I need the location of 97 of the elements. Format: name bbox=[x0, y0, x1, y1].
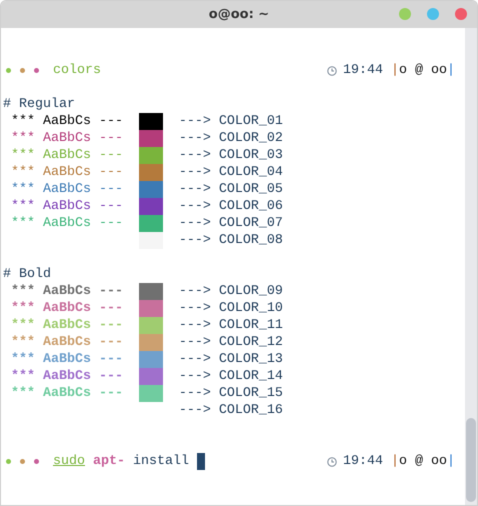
color-label: COLOR_10 bbox=[218, 300, 283, 317]
stars-text: *** bbox=[10, 147, 36, 164]
sample-text: AaBbCs bbox=[42, 164, 92, 181]
sample-text: AaBbCs bbox=[42, 181, 92, 198]
sample-text: AaBbCs bbox=[42, 198, 92, 215]
dashes-text: --- bbox=[98, 147, 124, 164]
sample-text: AaBbCs bbox=[42, 385, 92, 402]
arrow-text: ---> bbox=[178, 232, 211, 249]
arrow-text: ---> bbox=[178, 147, 211, 164]
prompt-dot-icon bbox=[34, 459, 39, 464]
arrow-text: ---> bbox=[178, 181, 211, 198]
color-label: COLOR_07 bbox=[218, 215, 283, 232]
stars-text: *** bbox=[10, 164, 36, 181]
stars-text: *** bbox=[10, 283, 36, 300]
scrollbar-thumb[interactable] bbox=[466, 418, 476, 502]
stars-text: *** bbox=[10, 130, 36, 147]
window-title: o@oo: ~ bbox=[208, 6, 270, 24]
arrow-text: ---> bbox=[178, 334, 211, 351]
sample-text: AaBbCs bbox=[42, 351, 92, 368]
close-button[interactable] bbox=[455, 8, 467, 20]
clock-icon bbox=[327, 456, 338, 466]
color-label: COLOR_12 bbox=[218, 334, 283, 351]
command-text: colors bbox=[52, 62, 101, 79]
clock-icon bbox=[327, 66, 338, 76]
argument-text: install bbox=[132, 453, 189, 470]
time-text: 19:44 bbox=[343, 62, 384, 79]
arrow-text: ---> bbox=[178, 300, 211, 317]
dashes-text: --- bbox=[98, 317, 124, 334]
color-label: COLOR_11 bbox=[218, 317, 283, 334]
sample-text: AaBbCs bbox=[42, 368, 92, 385]
sample-text: AaBbCs bbox=[42, 283, 92, 300]
arrow-text: ---> bbox=[178, 198, 211, 215]
sample-text: AaBbCs bbox=[42, 130, 92, 147]
dashes-text: --- bbox=[98, 283, 124, 300]
section-heading: # Bold bbox=[3, 266, 51, 283]
arrow-text: ---> bbox=[178, 385, 211, 402]
dashes-text: --- bbox=[98, 113, 124, 130]
prompt-dot-icon bbox=[34, 68, 39, 73]
stars-text: *** bbox=[10, 215, 36, 232]
dashes-text: --- bbox=[98, 334, 124, 351]
color-label: COLOR_04 bbox=[218, 164, 283, 181]
dashes-text: --- bbox=[98, 130, 124, 147]
prompt-dot-icon bbox=[20, 68, 25, 73]
maximize-button[interactable] bbox=[427, 8, 439, 20]
prompt-dot-icon bbox=[6, 459, 11, 464]
stars-text: *** bbox=[10, 198, 36, 215]
dashes-text: --- bbox=[98, 300, 124, 317]
color-label: COLOR_05 bbox=[218, 181, 283, 198]
color-label: COLOR_16 bbox=[218, 402, 283, 419]
stars-text: *** bbox=[10, 113, 36, 130]
dashes-text: --- bbox=[98, 385, 124, 402]
color-label: COLOR_15 bbox=[218, 385, 283, 402]
color-label: COLOR_14 bbox=[218, 368, 283, 385]
stars-text: *** bbox=[10, 300, 36, 317]
color-label: COLOR_01 bbox=[218, 113, 283, 130]
color-label: COLOR_06 bbox=[218, 198, 283, 215]
dashes-text: --- bbox=[98, 164, 124, 181]
sample-text: AaBbCs bbox=[42, 215, 92, 232]
stars-text: *** bbox=[10, 385, 36, 402]
arrow-text: ---> bbox=[178, 130, 211, 147]
sample-text: AaBbCs bbox=[42, 334, 92, 351]
color-label: COLOR_03 bbox=[218, 147, 283, 164]
minimize-button[interactable] bbox=[399, 8, 411, 20]
arrow-text: ---> bbox=[178, 317, 211, 334]
sample-text: AaBbCs bbox=[42, 317, 92, 334]
arrow-text: ---> bbox=[178, 215, 211, 232]
color-label: COLOR_09 bbox=[218, 283, 283, 300]
arrow-text: ---> bbox=[178, 283, 211, 300]
stars-text: *** bbox=[10, 317, 36, 334]
sample-text: AaBbCs bbox=[42, 113, 92, 130]
time-text: 19:44 bbox=[343, 453, 384, 470]
user-host-text: |o @ oo| bbox=[391, 453, 455, 470]
option-text: apt- bbox=[92, 453, 125, 470]
prompt-dot-icon bbox=[20, 459, 25, 464]
prompt-dot-icon bbox=[6, 68, 11, 73]
color-label: COLOR_13 bbox=[218, 351, 283, 368]
user-host-text: |o @ oo| bbox=[391, 62, 455, 79]
stars-text: *** bbox=[10, 368, 36, 385]
arrow-text: ---> bbox=[178, 113, 211, 130]
dashes-text: --- bbox=[98, 215, 124, 232]
arrow-text: ---> bbox=[178, 402, 211, 419]
sample-text: AaBbCs bbox=[42, 147, 92, 164]
section-heading: # Regular bbox=[3, 96, 75, 113]
color-label: COLOR_08 bbox=[218, 232, 283, 249]
arrow-text: ---> bbox=[178, 368, 211, 385]
stars-text: *** bbox=[10, 181, 36, 198]
dashes-text: --- bbox=[98, 198, 124, 215]
arrow-text: ---> bbox=[178, 351, 211, 368]
arrow-text: ---> bbox=[178, 164, 211, 181]
sample-text: AaBbCs bbox=[42, 300, 92, 317]
stars-text: *** bbox=[10, 334, 36, 351]
stars-text: *** bbox=[10, 351, 36, 368]
dashes-text: --- bbox=[98, 351, 124, 368]
dashes-text: --- bbox=[98, 181, 124, 198]
color-label: COLOR_02 bbox=[218, 130, 283, 147]
dashes-text: --- bbox=[98, 368, 124, 385]
command-text: sudo bbox=[52, 453, 85, 470]
